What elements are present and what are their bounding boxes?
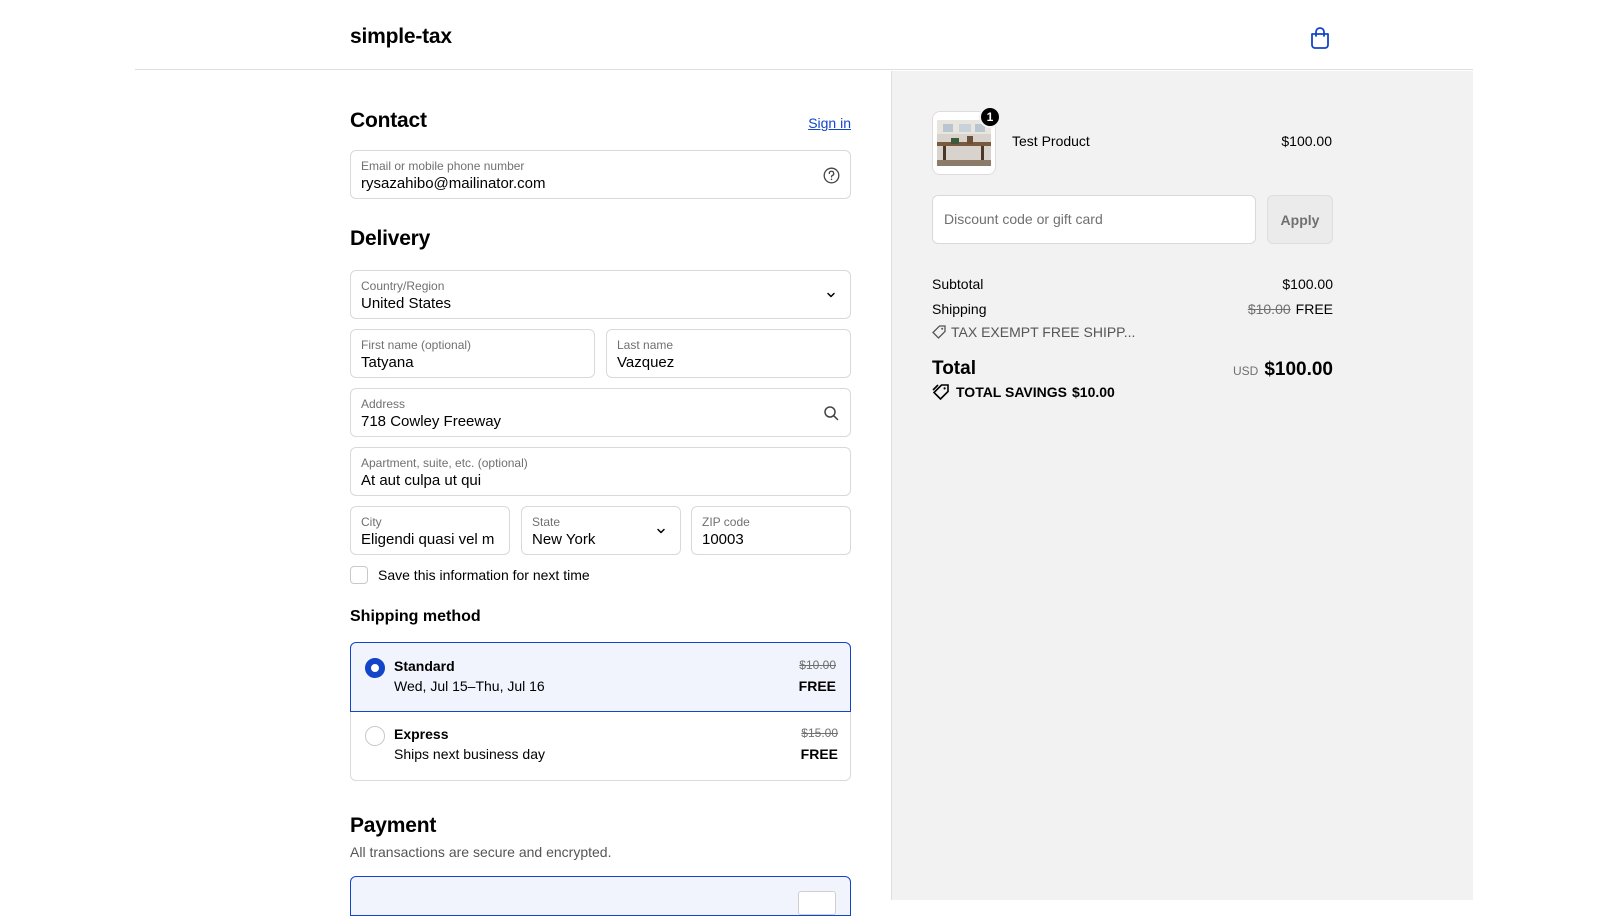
email-value: rysazahibo@mailinator.com xyxy=(361,175,546,192)
cart-button[interactable] xyxy=(1307,25,1333,51)
discount-input[interactable]: Discount code or gift card xyxy=(932,195,1256,244)
last-name-label: Last name xyxy=(617,338,674,352)
apartment-label: Apartment, suite, etc. (optional) xyxy=(361,456,528,470)
search-icon xyxy=(822,404,840,422)
header: simple-tax xyxy=(135,0,1473,70)
option-price: FREE xyxy=(800,746,838,762)
shopping-bag-icon xyxy=(1311,27,1329,49)
shipping-options: Standard Wed, Jul 15–Thu, Jul 16 $10.00 … xyxy=(350,642,851,781)
shipping-method-title: Shipping method xyxy=(350,608,481,625)
option-price: FREE xyxy=(798,678,836,694)
option-old-price: $15.00 xyxy=(801,726,838,740)
address-value: 718 Cowley Freeway xyxy=(361,413,502,430)
shipping-row: Shipping $10.00 FREE xyxy=(932,301,1333,317)
contact-title: Contact xyxy=(350,109,427,132)
state-label: State xyxy=(532,515,561,529)
order-summary: 1 Test Product $100.00 Discount code or … xyxy=(891,71,1473,900)
apply-label: Apply xyxy=(1280,211,1320,228)
apply-button[interactable]: Apply xyxy=(1267,195,1333,244)
chevron-down-icon xyxy=(652,522,670,540)
chevron-down-icon xyxy=(822,286,840,304)
option-name: Standard xyxy=(394,658,455,674)
savings-value: $10.00 xyxy=(1072,384,1115,400)
savings-label: TOTAL SAVINGS xyxy=(956,384,1067,400)
card-icon xyxy=(798,891,836,915)
option-delivery-window: Ships next business day xyxy=(394,746,545,762)
email-field[interactable]: Email or mobile phone number rysazahibo@… xyxy=(350,150,851,199)
radio-express[interactable] xyxy=(365,726,385,746)
email-label: Email or mobile phone number xyxy=(361,159,525,173)
payment-method-box[interactable] xyxy=(350,876,851,916)
address-label: Address xyxy=(361,397,406,411)
save-info-checkbox[interactable] xyxy=(350,566,368,584)
state-value: New York xyxy=(532,531,596,548)
checkout-page: simple-tax 1 Test Product $100.00 Discou… xyxy=(135,0,1473,916)
address-field[interactable]: Address 718 Cowley Freeway xyxy=(350,388,851,437)
total-row: Total USD $100.00 xyxy=(932,358,1333,380)
quantity-value: 1 xyxy=(986,110,994,124)
option-old-price: $10.00 xyxy=(799,658,836,672)
tag-icon xyxy=(932,384,949,401)
total-label: Total xyxy=(932,358,976,379)
city-field[interactable]: City Eligendi quasi vel m xyxy=(350,506,510,555)
apartment-value: At aut culpa ut qui xyxy=(361,472,482,489)
option-name: Express xyxy=(394,726,449,742)
payment-subtitle: All transactions are secure and encrypte… xyxy=(350,844,612,860)
first-name-value: Tatyana xyxy=(361,354,414,371)
first-name-field[interactable]: First name (optional) Tatyana xyxy=(350,329,595,378)
quantity-badge: 1 xyxy=(979,106,1001,128)
zip-field[interactable]: ZIP code 10003 xyxy=(691,506,851,555)
country-value: United States xyxy=(361,295,452,312)
shipping-old-price: $10.00 xyxy=(1247,301,1291,317)
country-label: Country/Region xyxy=(361,279,445,293)
product-price: $100.00 xyxy=(1281,133,1332,149)
city-label: City xyxy=(361,515,382,529)
shipping-option-express[interactable]: Express Ships next business day $15.00 F… xyxy=(351,712,852,782)
delivery-title: Delivery xyxy=(350,227,431,250)
payment-title: Payment xyxy=(350,814,437,837)
discount-tag-label: TAX EXEMPT FREE SHIPP... xyxy=(951,324,1136,340)
tag-icon xyxy=(932,325,946,339)
product-name: Test Product xyxy=(1012,133,1090,149)
radio-standard[interactable] xyxy=(365,658,385,678)
save-info-label: Save this information for next time xyxy=(378,567,590,583)
country-select[interactable]: Country/Region United States xyxy=(350,270,851,319)
last-name-value: Vazquez xyxy=(617,354,675,371)
currency-code: USD xyxy=(1232,364,1259,378)
first-name-label: First name (optional) xyxy=(361,338,472,352)
product-thumbnail: 1 xyxy=(932,106,1001,175)
discount-placeholder: Discount code or gift card xyxy=(944,211,1103,227)
last-name-field[interactable]: Last name Vazquez xyxy=(606,329,851,378)
subtotal-value: $100.00 xyxy=(1282,276,1333,292)
subtotal-label: Subtotal xyxy=(932,276,984,292)
subtotal-row: Subtotal $100.00 xyxy=(932,276,1333,292)
city-value: Eligendi quasi vel m xyxy=(361,531,495,548)
brand-logo[interactable]: simple-tax xyxy=(350,25,452,49)
sign-in-link[interactable]: Sign in xyxy=(808,115,851,131)
shipping-value: FREE xyxy=(1295,301,1333,317)
zip-label: ZIP code xyxy=(702,515,750,529)
option-delivery-window: Wed, Jul 15–Thu, Jul 16 xyxy=(394,678,545,694)
shipping-option-standard[interactable]: Standard Wed, Jul 15–Thu, Jul 16 $10.00 … xyxy=(350,642,851,712)
state-select[interactable]: State New York xyxy=(521,506,681,555)
help-icon[interactable] xyxy=(822,166,840,184)
total-value: $100.00 xyxy=(1264,359,1333,380)
shipping-label: Shipping xyxy=(932,301,987,317)
apartment-field[interactable]: Apartment, suite, etc. (optional) At aut… xyxy=(350,447,851,496)
zip-value: 10003 xyxy=(702,531,744,548)
